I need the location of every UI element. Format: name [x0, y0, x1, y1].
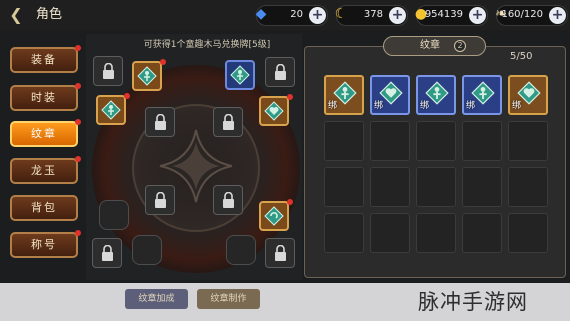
currency-gold-value: 954139 [424, 9, 463, 20]
notification-badge [160, 59, 166, 65]
currency-diamond-value: 20 [290, 9, 303, 20]
inventory-count: 5/50 [510, 51, 533, 62]
locked-slot[interactable] [92, 238, 122, 268]
bound-label: 绑 [466, 101, 476, 111]
locked-slot[interactable] [213, 107, 243, 137]
empty-emblem-slot[interactable] [99, 200, 129, 230]
swirl-emblem-icon [264, 206, 284, 226]
menu-label: 时装 [31, 91, 57, 104]
tab-label: 纹章 [420, 40, 440, 51]
green-figure-emblem-icon [230, 65, 250, 85]
menu-label: 装备 [31, 53, 57, 66]
emblem-slot-equipped[interactable] [259, 96, 289, 126]
currency-diamond: ◆ 20 + [256, 5, 328, 26]
locked-slot[interactable] [213, 185, 243, 215]
menu-item-dragon-jade[interactable]: 龙玉 [10, 158, 78, 184]
menu-item-emblem[interactable]: 纹章 [10, 121, 78, 147]
bound-label: 绑 [374, 101, 384, 111]
inventory-slot-empty[interactable] [416, 213, 456, 253]
add-diamond-button[interactable]: + [309, 7, 326, 24]
notification-badge [75, 156, 81, 162]
menu-label: 龙玉 [31, 164, 57, 177]
inventory-slot-empty[interactable] [462, 213, 502, 253]
help-icon[interactable]: 2 [454, 40, 466, 52]
locked-slot[interactable] [265, 57, 295, 87]
reward-hint: 可获得1个童趣木马兑换牌[5级] [143, 40, 271, 50]
currency-stamina: ❧ 160/120 + [495, 5, 568, 26]
lock-icon [275, 245, 286, 261]
bound-label: 绑 [420, 101, 430, 111]
menu-item-equipment[interactable]: 装备 [10, 47, 78, 73]
menu-item-title[interactable]: 称号 [10, 232, 78, 258]
lock-icon [275, 64, 286, 80]
empty-emblem-slot[interactable] [132, 235, 162, 265]
green-figure-emblem-icon [101, 100, 121, 120]
inventory-item[interactable]: 绑 [462, 75, 502, 115]
inventory-slot-empty[interactable] [508, 167, 548, 207]
emblem-bonus-button[interactable]: 纹章加成 [125, 289, 188, 309]
notification-badge [75, 119, 81, 125]
inventory-slot-empty[interactable] [324, 167, 364, 207]
menu-label: 纹章 [31, 127, 57, 140]
inventory-item[interactable]: 绑 [416, 75, 456, 115]
inventory-slot-empty[interactable] [324, 213, 364, 253]
inventory-item[interactable]: 绑 [508, 75, 548, 115]
lock-icon [155, 192, 166, 208]
inventory-slot-empty[interactable] [508, 213, 548, 253]
green-figure-emblem-icon [137, 66, 157, 86]
notification-badge [75, 83, 81, 89]
add-gold-button[interactable]: + [469, 7, 486, 24]
blue-crystal-icon: ◆ [255, 6, 267, 22]
notification-badge [287, 94, 293, 100]
emblem-slot-equipped[interactable] [225, 60, 255, 90]
currency-stamina-value: 160/120 [501, 9, 543, 20]
bound-label: 绑 [512, 101, 522, 111]
watermark: 脉冲手游网 [418, 290, 528, 314]
inventory-item[interactable]: 绑 [370, 75, 410, 115]
yellow-swirl-icon: ☾ [334, 6, 348, 22]
heart-emblem-icon [264, 101, 284, 121]
lock-icon [103, 63, 114, 79]
empty-emblem-slot[interactable] [226, 235, 256, 265]
locked-slot[interactable] [265, 238, 295, 268]
add-energy-button[interactable]: + [389, 7, 406, 24]
emblem-craft-button[interactable]: 纹章制作 [197, 289, 260, 309]
inventory-slot-empty[interactable] [508, 121, 548, 161]
lock-icon [223, 192, 234, 208]
inventory-item[interactable]: 绑 [324, 75, 364, 115]
notification-badge [124, 93, 130, 99]
tab-emblem[interactable]: 纹章 2 [383, 36, 486, 56]
currency-energy: ☾ 378 + [335, 5, 408, 26]
page-title: 角色 [36, 7, 63, 22]
inventory-slot-empty[interactable] [370, 167, 410, 207]
menu-item-backpack[interactable]: 背包 [10, 195, 78, 221]
menu-item-costume[interactable]: 时装 [10, 85, 78, 111]
locked-slot[interactable] [145, 185, 175, 215]
menu-label: 背包 [31, 201, 57, 214]
inventory-slot-empty[interactable] [324, 121, 364, 161]
inventory-slot-empty[interactable] [462, 167, 502, 207]
bound-label: 绑 [328, 101, 338, 111]
lock-icon [223, 114, 234, 130]
lock-icon [102, 245, 113, 261]
currency-energy-value: 378 [363, 9, 383, 20]
emblem-slot-equipped[interactable] [132, 61, 162, 91]
lock-icon [155, 114, 166, 130]
notification-badge [75, 230, 81, 236]
locked-slot[interactable] [93, 56, 123, 86]
currency-gold: ● 954139 + [415, 5, 488, 26]
emblem-slot-equipped[interactable] [259, 201, 289, 231]
emblem-slot-equipped[interactable] [96, 95, 126, 125]
back-arrow-icon[interactable]: ❮ [6, 6, 26, 24]
inventory-slot-empty[interactable] [416, 167, 456, 207]
inventory-slot-empty[interactable] [416, 121, 456, 161]
inventory-slot-empty[interactable] [370, 121, 410, 161]
inventory-slot-empty[interactable] [462, 121, 502, 161]
notification-badge [75, 45, 81, 51]
locked-slot[interactable] [145, 107, 175, 137]
notification-badge [287, 199, 293, 205]
add-stamina-button[interactable]: + [549, 7, 566, 24]
inventory-slot-empty[interactable] [370, 213, 410, 253]
menu-label: 称号 [31, 238, 57, 251]
